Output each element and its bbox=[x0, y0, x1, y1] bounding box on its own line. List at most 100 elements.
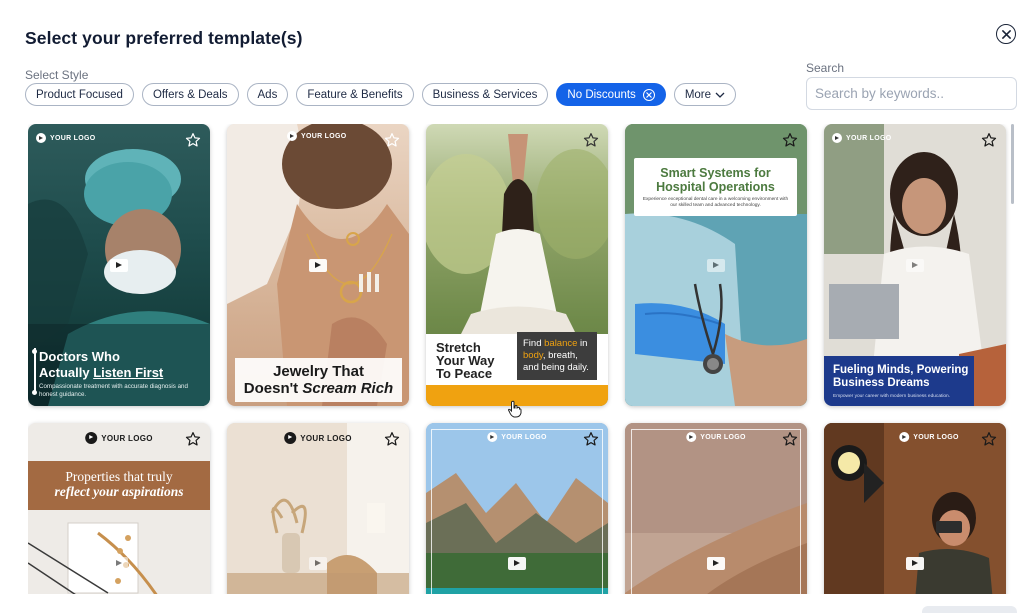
chip-label: No Discounts bbox=[567, 88, 636, 101]
card-heading-underline: Listen First bbox=[93, 365, 164, 380]
chip-more[interactable]: More bbox=[673, 83, 737, 106]
search-input[interactable] bbox=[806, 77, 1017, 110]
logo: YOUR LOGO bbox=[36, 133, 95, 143]
star-icon[interactable] bbox=[384, 132, 400, 148]
chip-business-services[interactable]: Business & Services bbox=[421, 83, 549, 106]
logo: YOUR LOGO bbox=[487, 432, 546, 442]
logo-text: YOUR LOGO bbox=[101, 433, 153, 443]
chevron-down-icon bbox=[715, 92, 725, 98]
chip-offers-deals[interactable]: Offers & Deals bbox=[141, 83, 239, 106]
hand-cursor-icon bbox=[507, 400, 522, 418]
template-card-jewelry[interactable]: YOUR LOGO Jewelry That Doesn't Scream Ri… bbox=[227, 124, 409, 406]
logo-icon bbox=[686, 432, 697, 442]
card-heading: Hospital Operations bbox=[656, 180, 775, 194]
card-text: Find bbox=[523, 338, 545, 349]
chip-no-discounts[interactable]: No Discounts bbox=[556, 83, 666, 106]
card-subtext: Empower your career with modern business… bbox=[833, 394, 951, 399]
style-label: Select Style bbox=[25, 68, 89, 82]
search-label: Search bbox=[806, 61, 845, 75]
play-icon bbox=[906, 259, 924, 272]
style-filter-chips: Product Focused Offers & Deals Ads Featu… bbox=[25, 83, 737, 106]
logo-icon bbox=[487, 432, 498, 442]
card-heading: Smart Systems for bbox=[660, 166, 771, 180]
clear-icon[interactable] bbox=[642, 88, 655, 101]
logo-text: YOUR LOGO bbox=[913, 433, 959, 441]
star-icon[interactable] bbox=[583, 132, 599, 148]
chip-label: Business & Services bbox=[432, 88, 538, 101]
chip-product-focused[interactable]: Product Focused bbox=[25, 83, 134, 106]
star-icon[interactable] bbox=[185, 132, 201, 148]
logo-text: YOUR LOGO bbox=[846, 134, 892, 142]
chip-label: Product Focused bbox=[36, 88, 123, 101]
logo-text: YOUR LOGO bbox=[300, 433, 352, 443]
template-card-skin[interactable]: YOUR LOGO bbox=[625, 423, 807, 594]
chip-label: Ads bbox=[257, 88, 278, 101]
logo: YOUR LOGO bbox=[832, 133, 891, 143]
template-card-hospital[interactable]: Smart Systems for Hospital Operations Ex… bbox=[625, 124, 807, 406]
logo-icon bbox=[899, 432, 910, 442]
close-icon bbox=[1001, 29, 1011, 39]
card-heading: To Peace bbox=[436, 366, 493, 381]
logo-text: YOUR LOGO bbox=[700, 433, 746, 441]
chip-label: Feature & Benefits bbox=[307, 88, 403, 101]
logo-icon bbox=[284, 432, 297, 444]
scrollbar[interactable] bbox=[1011, 124, 1014, 204]
play-icon bbox=[110, 259, 128, 272]
close-button[interactable] bbox=[996, 24, 1016, 44]
card-text-highlight: body bbox=[523, 350, 543, 361]
star-icon[interactable] bbox=[981, 431, 997, 447]
logo-icon bbox=[832, 133, 842, 143]
card-subtext: Compassionate treatment with accurate di… bbox=[39, 383, 188, 398]
star-icon[interactable] bbox=[782, 431, 798, 447]
play-icon bbox=[110, 557, 128, 570]
card-subtext: Experience exceptional dental care in a … bbox=[642, 197, 789, 208]
card-heading: Actually bbox=[39, 365, 94, 380]
play-icon bbox=[707, 557, 725, 570]
chip-feature-benefits[interactable]: Feature & Benefits bbox=[296, 83, 414, 106]
logo-text: YOUR LOGO bbox=[50, 134, 96, 142]
page-title: Select your preferred template(s) bbox=[25, 28, 303, 48]
chip-label: Offers & Deals bbox=[152, 88, 228, 101]
template-card-yoga[interactable]: Stretch Your Way To Peace Find balance i… bbox=[426, 124, 608, 406]
chip-label: More bbox=[684, 88, 712, 101]
play-icon bbox=[707, 259, 725, 272]
card-heading: Fueling Minds, Powering bbox=[833, 364, 969, 376]
card-text: and being daily. bbox=[523, 362, 589, 373]
card-heading: Doctors Who bbox=[39, 349, 120, 364]
play-icon bbox=[309, 259, 327, 272]
template-card-properties[interactable]: YOUR LOGO Properties that truly reflect … bbox=[28, 423, 210, 594]
logo-icon bbox=[85, 432, 98, 444]
template-card-mountains[interactable]: YOUR LOGO bbox=[426, 423, 608, 594]
template-card-interior[interactable]: YOUR LOGO bbox=[227, 423, 409, 594]
logo-text: YOUR LOGO bbox=[301, 132, 347, 140]
chip-ads[interactable]: Ads bbox=[246, 83, 289, 106]
logo: YOUR LOGO bbox=[686, 432, 745, 442]
star-icon[interactable] bbox=[782, 132, 798, 148]
logo-text: YOUR LOGO bbox=[501, 433, 547, 441]
logo-icon bbox=[287, 131, 297, 141]
card-heading: Business Dreams bbox=[833, 377, 930, 389]
card-heading-italic: reflect your aspirations bbox=[54, 484, 184, 499]
bottom-action-button[interactable] bbox=[922, 606, 1017, 613]
logo: YOUR LOGO bbox=[899, 432, 958, 442]
card-text: , breath, bbox=[542, 350, 578, 361]
play-icon bbox=[309, 557, 327, 570]
template-card-photographer[interactable]: YOUR LOGO bbox=[824, 423, 1006, 594]
template-card-doctors[interactable]: YOUR LOGO Doctors Who Actually Listen Fi… bbox=[28, 124, 210, 406]
logo: YOUR LOGO bbox=[284, 432, 352, 444]
play-icon bbox=[508, 557, 526, 570]
card-text: in bbox=[577, 338, 588, 349]
star-icon[interactable] bbox=[185, 431, 201, 447]
card-heading: Properties that truly bbox=[65, 469, 173, 484]
card-text-highlight: balance bbox=[544, 338, 578, 349]
play-icon bbox=[906, 557, 924, 570]
card-heading: Doesn't bbox=[243, 380, 303, 397]
template-card-business[interactable]: YOUR LOGO Fueling Minds, Powering Busine… bbox=[824, 124, 1006, 406]
logo: YOUR LOGO bbox=[287, 131, 346, 141]
star-icon[interactable] bbox=[981, 132, 997, 148]
star-icon[interactable] bbox=[384, 431, 400, 447]
card-heading-italic: Scream Rich bbox=[302, 380, 394, 397]
template-grid: YOUR LOGO Doctors Who Actually Listen Fi… bbox=[28, 124, 1018, 594]
star-icon[interactable] bbox=[583, 431, 599, 447]
logo: YOUR LOGO bbox=[85, 432, 153, 444]
